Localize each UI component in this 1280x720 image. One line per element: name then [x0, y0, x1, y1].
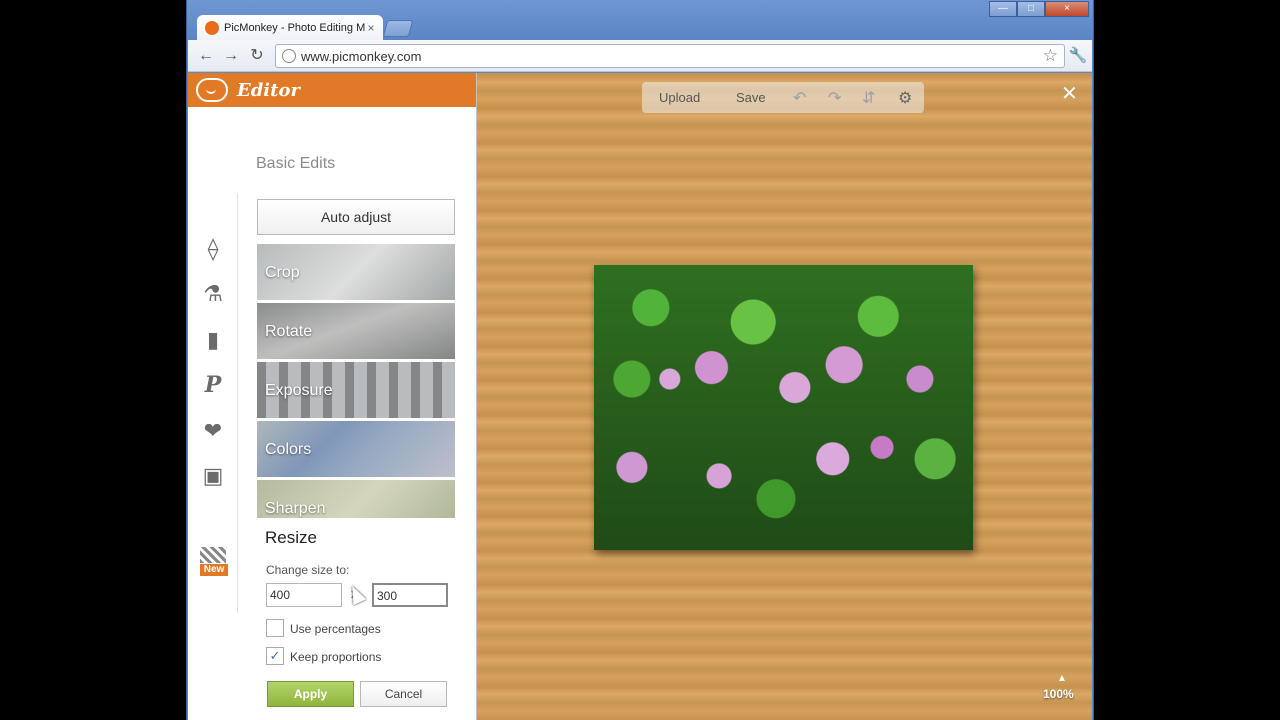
zoom-arrow-icon[interactable]: ▲	[1057, 673, 1067, 684]
effects-flask-icon[interactable]: ⚗	[200, 281, 226, 307]
redo-icon[interactable]: ↷	[828, 88, 841, 108]
tool-rotate[interactable]: Rotate	[257, 303, 455, 359]
settings-gear-icon[interactable]: ⚙	[898, 88, 912, 108]
resize-panel: Resize Change size to: 400 x 300 Use per…	[257, 518, 455, 720]
keep-proportions-checkbox[interactable]: ✓	[266, 647, 284, 665]
touch-up-lipstick-icon[interactable]: ▮	[200, 327, 226, 353]
wrench-menu-icon[interactable]: 🔧	[1068, 46, 1088, 66]
canvas-toolbar: Upload Save ↶ ↷ ⇵ ⚙	[642, 82, 924, 113]
browser-window: PicMonkey - Photo Editing Mad × — □ × ← …	[186, 0, 1094, 720]
page-content: Editor ⟠ ⚗ ▮ P ❤ ▣ New Basic Edits Auto …	[188, 73, 1092, 720]
textures-icon[interactable]	[200, 547, 226, 563]
title-bar: PicMonkey - Photo Editing Mad × — □ ×	[187, 0, 1093, 41]
back-icon[interactable]: ←	[196, 46, 216, 66]
close-editor-icon[interactable]: ✕	[1061, 81, 1078, 106]
minimize-button[interactable]: —	[989, 1, 1017, 17]
reload-icon[interactable]: ↻	[247, 46, 267, 66]
keep-proportions-label: Keep proportions	[290, 650, 382, 664]
undo-icon[interactable]: ↶	[793, 88, 806, 108]
tool-crop[interactable]: Crop	[257, 244, 455, 300]
width-input[interactable]: 400	[266, 583, 342, 607]
picmonkey-favicon-icon	[205, 21, 219, 35]
address-url: www.picmonkey.com	[301, 49, 422, 64]
globe-icon	[282, 49, 296, 63]
editing-canvas: Upload Save ↶ ↷ ⇵ ⚙ ✕ ▲ 100%	[476, 73, 1092, 720]
tool-label: Colors	[265, 441, 312, 458]
overlays-heart-icon[interactable]: ❤	[200, 418, 226, 444]
tool-label: Sharpen	[265, 500, 326, 517]
apply-button[interactable]: Apply	[267, 681, 354, 707]
auto-adjust-button[interactable]: Auto adjust	[257, 199, 455, 235]
tool-label: Crop	[265, 264, 300, 281]
address-bar[interactable]: www.picmonkey.com ☆	[275, 44, 1065, 68]
new-badge: New	[200, 564, 228, 576]
forward-icon[interactable]: →	[221, 46, 241, 66]
browser-tab[interactable]: PicMonkey - Photo Editing Mad ×	[197, 15, 383, 41]
tool-label: Exposure	[265, 382, 333, 399]
use-percentages-checkbox[interactable]	[266, 619, 284, 637]
layers-icon[interactable]: ⇵	[862, 88, 875, 108]
save-button[interactable]: Save	[736, 90, 766, 105]
window-controls: — □ ×	[989, 1, 1089, 17]
height-input[interactable]: 300	[372, 583, 448, 607]
tool-label: Rotate	[265, 323, 313, 340]
text-p-icon[interactable]: P	[200, 372, 226, 398]
tool-exposure[interactable]: Exposure	[257, 362, 455, 418]
bookmark-star-icon[interactable]: ☆	[1043, 46, 1058, 66]
window-close-button[interactable]: ×	[1045, 1, 1089, 17]
photo-water-lilies[interactable]	[594, 265, 973, 550]
tool-colors[interactable]: Colors	[257, 421, 455, 477]
browser-toolbar: ← → ↻ www.picmonkey.com ☆ 🔧	[188, 40, 1092, 72]
icon-rail: ⟠ ⚗ ▮ P ❤ ▣ New	[188, 107, 238, 720]
maximize-button[interactable]: □	[1017, 1, 1045, 17]
rail-divider	[237, 193, 238, 613]
change-size-label: Change size to:	[266, 563, 350, 577]
editor-header: Editor	[188, 73, 476, 107]
picmonkey-logo-icon	[196, 78, 228, 102]
zoom-level[interactable]: 100%	[1043, 687, 1074, 701]
upload-button[interactable]: Upload	[659, 90, 700, 105]
panel-title: Basic Edits	[256, 155, 336, 172]
cancel-button[interactable]: Cancel	[360, 681, 447, 707]
left-panel: ⟠ ⚗ ▮ P ❤ ▣ New Basic Edits Auto adjust …	[188, 107, 476, 720]
tab-close-icon[interactable]: ×	[365, 21, 377, 35]
frames-icon[interactable]: ▣	[200, 463, 226, 489]
new-tab-button[interactable]	[382, 20, 414, 37]
resize-title: Resize	[265, 528, 317, 547]
editor-title: Editor	[237, 80, 300, 101]
tab-title: PicMonkey - Photo Editing Mad	[224, 22, 365, 34]
use-percentages-label: Use percentages	[290, 622, 381, 636]
basic-edits-icon[interactable]: ⟠	[200, 236, 226, 262]
